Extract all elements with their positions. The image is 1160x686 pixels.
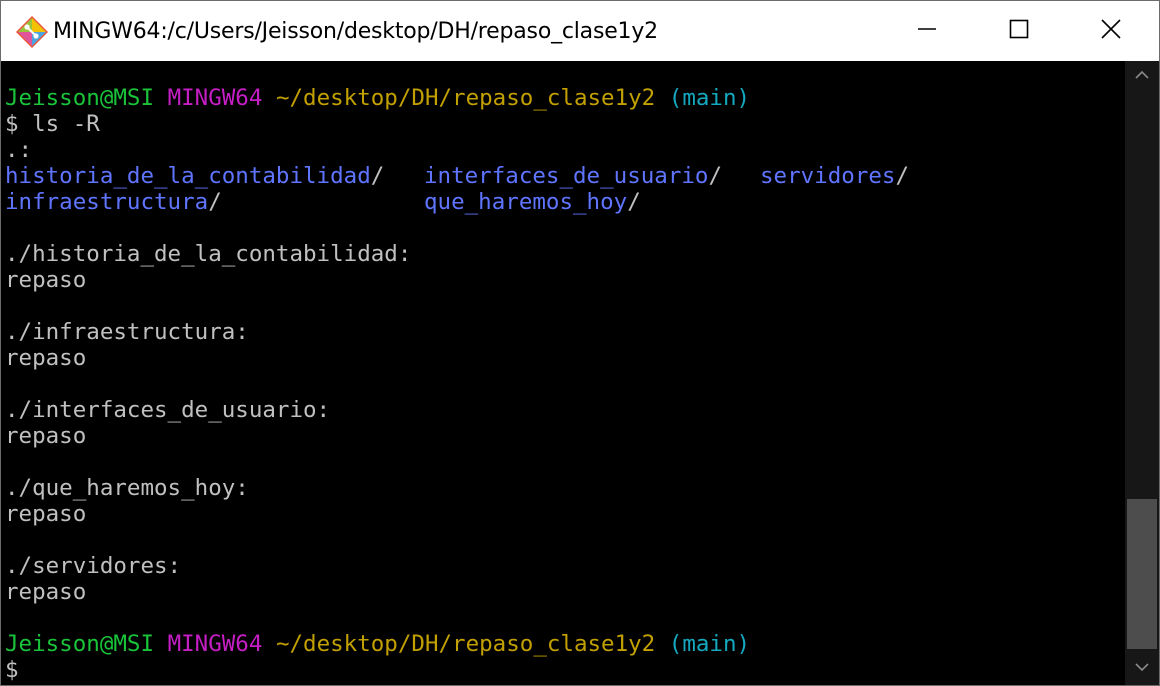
prompt-shell: MINGW64 (167, 85, 263, 111)
vertical-scrollbar[interactable] (1125, 61, 1159, 685)
directory-name: infraestructura (5, 189, 209, 215)
prompt-branch: (main) (668, 631, 751, 657)
directory-name: que_haremos_hoy (424, 189, 628, 215)
input-line[interactable]: $ (5, 657, 19, 683)
directory-slash: / (708, 163, 723, 189)
prompt-path: ~/desktop/DH/repaso_clase1y2 (275, 631, 656, 657)
prompt-line: Jeisson@MSI MINGW64 ~/desktop/DH/repaso_… (5, 85, 750, 111)
scrollbar-thumb[interactable] (1127, 499, 1157, 649)
section-content: repaso (5, 267, 87, 293)
scroll-down-button[interactable] (1125, 653, 1159, 683)
directory-slash: / (208, 189, 222, 215)
section-heading: ./interfaces_de_usuario: (5, 397, 331, 423)
close-button[interactable] (1065, 1, 1157, 61)
directory-name: historia_de_la_contabilidad (5, 163, 371, 189)
maximize-icon (1009, 19, 1029, 44)
scroll-up-button[interactable] (1125, 61, 1159, 91)
title-bar[interactable]: MINGW64:/c/Users/Jeisson/desktop/DH/repa… (1, 1, 1159, 61)
prompt-branch: (main) (668, 85, 751, 111)
prompt-user: Jeisson@MSI (5, 631, 155, 657)
root-heading: .: (5, 137, 33, 163)
prompt-shell: MINGW64 (167, 631, 263, 657)
section-heading: ./servidores: (5, 553, 182, 579)
listing-cell: interfaces_de_usuario/ (424, 163, 722, 189)
chevron-up-icon (1135, 67, 1149, 85)
listing-cell: servidores/ (760, 163, 909, 189)
listing-cell: que_haremos_hoy/ (424, 189, 641, 215)
terminal-output[interactable]: Jeisson@MSI MINGW64 ~/desktop/DH/repaso_… (1, 61, 1125, 685)
prompt-line: Jeisson@MSI MINGW64 ~/desktop/DH/repaso_… (5, 631, 750, 657)
directory-name: servidores (760, 163, 896, 189)
section-heading: ./que_haremos_hoy: (5, 475, 249, 501)
prompt-user: Jeisson@MSI (5, 85, 155, 111)
section-heading: ./infraestructura: (5, 319, 249, 345)
directory-name: interfaces_de_usuario (424, 163, 709, 189)
git-bash-icon[interactable] (15, 15, 49, 49)
section-content: repaso (5, 423, 87, 449)
close-icon (1100, 18, 1122, 45)
command-line: $ ls -R (5, 111, 100, 137)
listing-row: historia_de_la_contabilidad/ (5, 163, 384, 189)
listing-row: infraestructura/ (5, 189, 222, 215)
chevron-down-icon (1135, 659, 1149, 677)
window-title: MINGW64:/c/Users/Jeisson/desktop/DH/repa… (53, 19, 658, 44)
minimize-button[interactable] (881, 1, 973, 61)
maximize-button[interactable] (973, 1, 1065, 61)
section-content: repaso (5, 579, 87, 605)
section-content: repaso (5, 501, 87, 527)
minimize-icon (917, 19, 937, 44)
section-heading: ./historia_de_la_contabilidad: (5, 241, 412, 267)
terminal-window: MINGW64:/c/Users/Jeisson/desktop/DH/repa… (0, 0, 1160, 686)
section-content: repaso (5, 345, 87, 371)
directory-slash: / (627, 189, 641, 215)
directory-slash: / (370, 163, 385, 189)
directory-slash: / (895, 163, 910, 189)
prompt-path: ~/desktop/DH/repaso_clase1y2 (275, 85, 656, 111)
